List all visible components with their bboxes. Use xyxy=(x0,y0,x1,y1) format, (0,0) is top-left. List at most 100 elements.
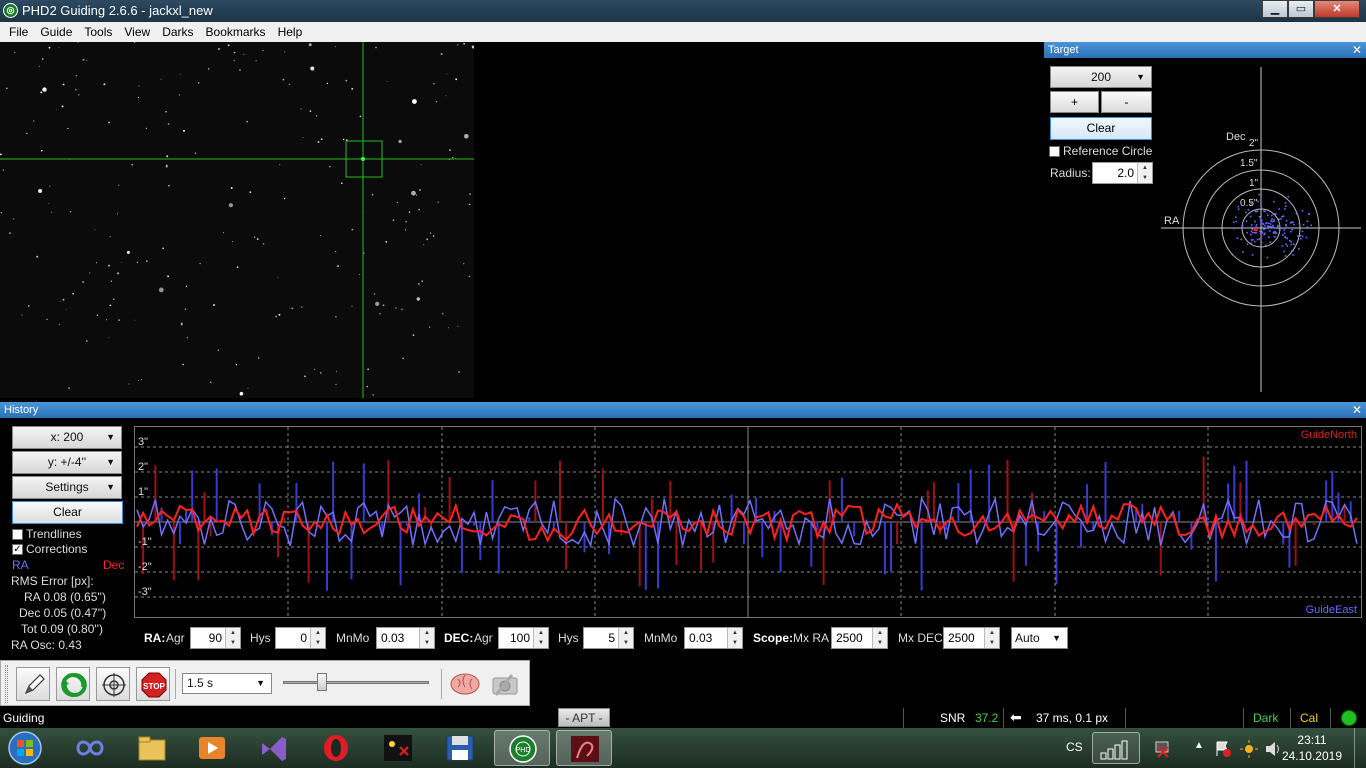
menu-bookmarks[interactable]: Bookmarks xyxy=(200,25,272,39)
star xyxy=(109,304,112,307)
action-center-button[interactable] xyxy=(1214,740,1232,758)
start-button[interactable] xyxy=(6,730,44,766)
radius-spinner[interactable]: ▲▼ xyxy=(1092,162,1153,184)
brain-button[interactable] xyxy=(448,667,482,701)
input-language[interactable]: CS xyxy=(1066,740,1083,754)
spin-up-icon[interactable]: ▲ xyxy=(534,628,548,638)
ra-agr-input[interactable] xyxy=(192,629,225,647)
star xyxy=(41,58,44,60)
apt-taskbar-button[interactable] xyxy=(556,730,612,766)
tray-expand-icon[interactable]: ▲ xyxy=(1194,740,1204,751)
menu-tools[interactable]: Tools xyxy=(78,25,118,39)
visual-studio-button[interactable] xyxy=(246,730,302,766)
network-status-button[interactable] xyxy=(1152,738,1172,758)
radius-input[interactable] xyxy=(1094,164,1137,182)
zoom-out-button[interactable]: - xyxy=(1101,91,1152,113)
gamma-slider-track[interactable] xyxy=(283,681,429,684)
history-clear-button[interactable]: Clear xyxy=(12,501,123,524)
save-disk-button[interactable] xyxy=(432,730,488,766)
history-graph[interactable]: 3" 2" 1" -1" -2" -3" GuideNorth GuideEas… xyxy=(134,426,1362,618)
spin-down-icon[interactable]: ▼ xyxy=(420,638,434,648)
opera-button[interactable] xyxy=(308,730,364,766)
star-field-image[interactable] xyxy=(0,41,475,398)
exposure-dropdown[interactable]: 1.5 s ▼ xyxy=(182,673,272,694)
dec-mode-dropdown[interactable]: Auto ▼ xyxy=(1011,627,1068,649)
mx-dec-input[interactable] xyxy=(945,629,984,647)
menu-help[interactable]: Help xyxy=(272,25,309,39)
spin-down-icon[interactable]: ▼ xyxy=(226,638,240,648)
dec-hys-spinner[interactable]: ▲▼ xyxy=(583,627,634,649)
ra-hys-input[interactable] xyxy=(277,629,310,647)
camera-settings-button[interactable] xyxy=(488,667,522,701)
dec-hys-input[interactable] xyxy=(585,629,618,647)
reference-circle-checkbox[interactable] xyxy=(1049,146,1060,157)
menu-darks[interactable]: Darks xyxy=(156,25,199,39)
spin-up-icon[interactable]: ▲ xyxy=(873,628,887,638)
media-player-button[interactable] xyxy=(184,730,240,766)
spin-down-icon[interactable]: ▼ xyxy=(873,638,887,648)
star xyxy=(419,189,421,191)
star xyxy=(133,41,136,43)
spin-up-icon[interactable]: ▲ xyxy=(1138,163,1152,173)
menu-guide[interactable]: Guide xyxy=(34,25,78,39)
spin-down-icon[interactable]: ▼ xyxy=(1138,173,1152,183)
minimize-button[interactable]: ▁ xyxy=(1262,0,1288,18)
infinity-app-button[interactable] xyxy=(62,730,118,766)
spin-up-icon[interactable]: ▲ xyxy=(619,628,633,638)
power-options-button[interactable] xyxy=(1240,740,1258,758)
maximize-button[interactable]: ▭ xyxy=(1288,0,1314,18)
menu-file[interactable]: File xyxy=(3,25,34,39)
dec-agr-spinner[interactable]: ▲▼ xyxy=(498,627,549,649)
menu-view[interactable]: View xyxy=(118,25,156,39)
corrections-checkbox[interactable]: ✓ xyxy=(12,544,23,555)
volume-button[interactable] xyxy=(1264,740,1282,758)
dec-mnmo-input[interactable] xyxy=(686,629,727,647)
guide-button[interactable] xyxy=(96,667,130,701)
ra-hys-spinner[interactable]: ▲▼ xyxy=(275,627,326,649)
language-bar[interactable] xyxy=(1092,732,1140,764)
spin-down-icon[interactable]: ▼ xyxy=(534,638,548,648)
apt-tab[interactable]: - APT - xyxy=(558,708,610,727)
spin-up-icon[interactable]: ▲ xyxy=(311,628,325,638)
show-desktop-button[interactable] xyxy=(1354,728,1366,768)
star xyxy=(405,229,407,231)
trendlines-checkbox[interactable] xyxy=(12,529,23,540)
taskbar-clock[interactable]: 23:11 24.10.2019 xyxy=(1282,732,1342,764)
spin-up-icon[interactable]: ▲ xyxy=(420,628,434,638)
dec-agr-input[interactable] xyxy=(500,629,533,647)
stop-button[interactable]: STOP xyxy=(136,667,170,701)
star xyxy=(184,308,187,310)
spin-down-icon[interactable]: ▼ xyxy=(985,638,999,648)
file-explorer-button[interactable] xyxy=(124,730,180,766)
star xyxy=(121,262,123,263)
loop-button[interactable] xyxy=(56,667,90,701)
spin-up-icon[interactable]: ▲ xyxy=(985,628,999,638)
star xyxy=(160,78,162,80)
spin-up-icon[interactable]: ▲ xyxy=(226,628,240,638)
target-length-dropdown[interactable]: 200 ▼ xyxy=(1050,66,1152,88)
spin-down-icon[interactable]: ▼ xyxy=(619,638,633,648)
mx-ra-spinner[interactable]: ▲▼ xyxy=(831,627,888,649)
target-close-icon[interactable]: ✕ xyxy=(1352,42,1362,58)
settings-dropdown[interactable]: Settings ▼ xyxy=(12,476,122,499)
x-scale-dropdown[interactable]: x: 200 ▼ xyxy=(12,426,122,449)
spin-down-icon[interactable]: ▼ xyxy=(311,638,325,648)
use-profile-button[interactable] xyxy=(16,667,50,701)
target-clear-button[interactable]: Clear xyxy=(1050,117,1152,140)
ra-mnmo-input[interactable] xyxy=(378,629,419,647)
spin-up-icon[interactable]: ▲ xyxy=(728,628,742,638)
dec-mnmo-spinner[interactable]: ▲▼ xyxy=(684,627,743,649)
phd-taskbar-button[interactable]: PHD xyxy=(494,730,550,766)
guidemaster-button[interactable] xyxy=(370,730,426,766)
y-scale-dropdown[interactable]: y: +/-4'' ▼ xyxy=(12,451,122,474)
ra-agr-spinner[interactable]: ▲▼ xyxy=(190,627,241,649)
zoom-in-button[interactable]: + xyxy=(1050,91,1099,113)
mx-dec-spinner[interactable]: ▲▼ xyxy=(943,627,1000,649)
gamma-slider-thumb[interactable] xyxy=(316,673,327,691)
mx-ra-input[interactable] xyxy=(833,629,872,647)
close-button[interactable]: ✕ xyxy=(1314,0,1360,18)
camera-view[interactable] xyxy=(0,41,1040,398)
ra-mnmo-spinner[interactable]: ▲▼ xyxy=(376,627,435,649)
spin-down-icon[interactable]: ▼ xyxy=(728,638,742,648)
history-close-icon[interactable]: ✕ xyxy=(1352,402,1362,418)
